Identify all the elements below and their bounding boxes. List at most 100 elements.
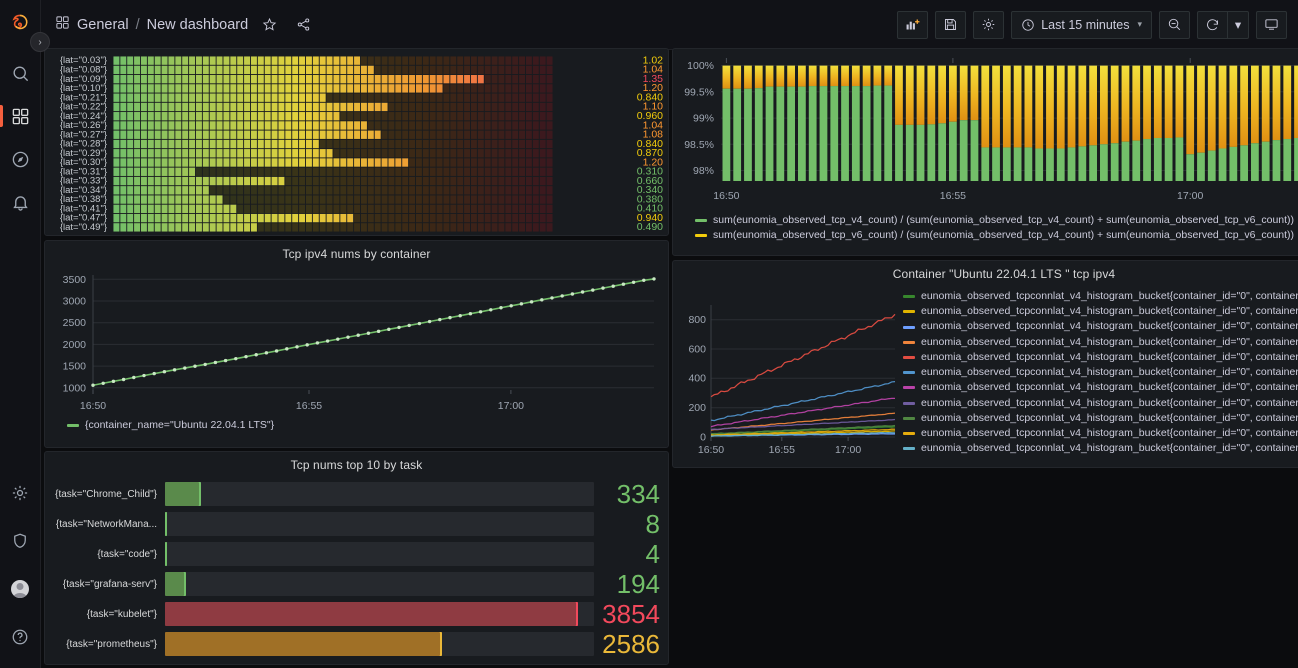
svg-text:17:00: 17:00 — [1177, 190, 1203, 202]
bar-gauge-row[interactable]: {task="kubelet"}3854 — [53, 599, 660, 629]
bar-gauge-track — [165, 542, 594, 566]
star-icon[interactable] — [259, 15, 279, 35]
refresh-interval-dropdown[interactable]: ▾ — [1227, 11, 1249, 39]
toolbar-actions: Last 15 minutes ▾ ▾ — [897, 11, 1287, 39]
svg-text:16:50: 16:50 — [698, 444, 724, 456]
legend-color-swatch — [903, 432, 915, 435]
tcp-ipv4-line-chart: 10001500200025003000350016:5016:5517:00 — [45, 261, 670, 416]
legend-color-swatch — [903, 310, 915, 313]
refresh-dashboard-button[interactable] — [1197, 11, 1227, 39]
legend-item[interactable]: sum(eunomia_observed_tcp_v4_count) / (su… — [695, 213, 1298, 228]
bar-gauge-fill — [165, 632, 442, 656]
svg-text:99.5%: 99.5% — [684, 86, 714, 98]
sidebar-item-user-avatar[interactable] — [0, 574, 40, 604]
sidebar-item-help[interactable] — [0, 622, 40, 652]
time-range-picker[interactable]: Last 15 minutes ▾ — [1011, 11, 1152, 39]
bar-gauge-list: {task="Chrome_Child"}334{task="NetworkMa… — [45, 472, 668, 659]
legend-label: eunomia_observed_tcpconnlat_v4_histogram… — [921, 289, 1298, 304]
svg-text:100%: 100% — [687, 60, 714, 72]
breadcrumb-separator: / — [136, 17, 140, 33]
sidebar-item-server-admin[interactable] — [0, 526, 40, 556]
legend-label: eunomia_observed_tcpconnlat_v4_histogram… — [921, 319, 1298, 334]
dashboard-settings-button[interactable] — [973, 11, 1004, 39]
bar-gauge-row[interactable]: {task="Chrome_Child"}334 — [53, 479, 660, 509]
svg-text:99%: 99% — [693, 113, 714, 125]
svg-text:16:50: 16:50 — [80, 400, 106, 412]
refresh-control-group: ▾ — [1197, 11, 1249, 39]
legend-item[interactable]: eunomia_observed_tcpconnlat_v4_histogram… — [903, 411, 1298, 426]
svg-text:1000: 1000 — [63, 382, 87, 394]
legend-item[interactable]: eunomia_observed_tcpconnlat_v4_histogram… — [903, 350, 1298, 365]
save-dashboard-button[interactable] — [935, 11, 966, 39]
legend-color-swatch — [903, 386, 915, 389]
sidebar-item-configuration[interactable] — [0, 478, 40, 508]
sidebar-item-dashboards[interactable] — [0, 101, 40, 131]
svg-text:16:50: 16:50 — [713, 190, 739, 202]
panel-tcp-nums-top-10-by-task[interactable]: Tcp nums top 10 by task {task="Chrome_Ch… — [44, 451, 669, 665]
svg-text:400: 400 — [688, 373, 706, 385]
bar-gauge-value: 334 — [594, 479, 660, 510]
panel-tcp-ipv4-nums-by-container[interactable]: Tcp ipv4 nums by container 1000150020002… — [44, 240, 669, 448]
add-panel-button[interactable] — [897, 11, 928, 39]
legend-label: sum(eunomia_observed_tcp_v4_count) / (su… — [713, 213, 1294, 228]
sidebar-item-explore[interactable] — [0, 144, 40, 174]
bar-gauge-track — [165, 572, 594, 596]
legend-item[interactable]: eunomia_observed_tcpconnlat_v4_histogram… — [903, 426, 1298, 441]
page-title[interactable]: New dashboard — [147, 17, 249, 33]
legend-label: eunomia_observed_tcpconnlat_v4_histogram… — [921, 441, 1298, 456]
legend-label: eunomia_observed_tcpconnlat_v4_histogram… — [921, 304, 1298, 319]
legend-color-swatch — [903, 356, 915, 359]
legend-color-swatch — [903, 447, 915, 450]
svg-text:16:55: 16:55 — [940, 190, 966, 202]
expand-nav-chevron-icon[interactable]: › — [30, 32, 50, 52]
svg-text:0: 0 — [700, 431, 706, 443]
bar-gauge-row[interactable]: {task="code"}4 — [53, 539, 660, 569]
heatmap-chart: {lat="0.03"}1.02{lat="0.08"}1.04{lat="0.… — [45, 49, 670, 237]
expand-nav-glyph: › — [38, 37, 41, 48]
legend-color-swatch — [903, 295, 915, 298]
panel-container-tcp-ipv4-histogram[interactable]: Container "Ubuntu 22.04.1 LTS " tcp ipv4… — [672, 260, 1298, 468]
legend-label: {container_name="Ubuntu 22.04.1 LTS"} — [85, 418, 274, 433]
svg-text:16:55: 16:55 — [296, 400, 322, 412]
bar-gauge-row[interactable]: {task="grafana-serv"} 194 — [53, 569, 660, 599]
grafana-logo[interactable] — [7, 12, 33, 38]
container-histogram-line-chart: 020040060080016:5016:5517:00 — [673, 281, 903, 463]
legend-item[interactable]: eunomia_observed_tcpconnlat_v4_histogram… — [903, 304, 1298, 319]
legend-color-swatch — [903, 402, 915, 405]
legend-item[interactable]: {container_name="Ubuntu 22.04.1 LTS"} — [67, 418, 668, 433]
bar-gauge-row[interactable]: {task="NetworkMana...8 — [53, 509, 660, 539]
nav-primary-group — [0, 58, 40, 217]
zoom-out-time-button[interactable] — [1159, 11, 1190, 39]
tcp-ratio-legend: sum(eunomia_observed_tcp_v4_count) / (su… — [673, 209, 1298, 243]
legend-item[interactable]: eunomia_observed_tcpconnlat_v4_histogram… — [903, 289, 1298, 304]
sidebar-item-search[interactable] — [0, 58, 40, 88]
chevron-down-icon: ▾ — [1235, 17, 1241, 32]
legend-item[interactable]: eunomia_observed_tcpconnlat_v4_histogram… — [903, 319, 1298, 334]
breadcrumb-folder[interactable]: General — [77, 17, 129, 33]
legend-color-swatch — [903, 341, 915, 344]
panel-title-tcp-nums-top-10: Tcp nums top 10 by task — [45, 452, 668, 472]
bar-gauge-fill — [165, 482, 201, 506]
tcp-ratio-bar-chart: 100%99.5%99%98.5%98%16:5016:5517:00 — [673, 49, 1298, 209]
legend-item[interactable]: eunomia_observed_tcpconnlat_v4_histogram… — [903, 335, 1298, 350]
legend-item[interactable]: eunomia_observed_tcpconnlat_v4_histogram… — [903, 441, 1298, 456]
svg-text:17:00: 17:00 — [498, 400, 524, 412]
legend-item[interactable]: eunomia_observed_tcpconnlat_v4_histogram… — [903, 365, 1298, 380]
panel-title-tcp-ipv4-nums: Tcp ipv4 nums by container — [45, 241, 668, 261]
legend-label: eunomia_observed_tcpconnlat_v4_histogram… — [921, 396, 1298, 411]
panel-tcp-v4-v6-ratio[interactable]: 100%99.5%99%98.5%98%16:5016:5517:00 sum(… — [672, 48, 1298, 256]
legend-item[interactable]: eunomia_observed_tcpconnlat_v4_histogram… — [903, 396, 1298, 411]
bar-gauge-label: {task="grafana-serv"} — [53, 579, 165, 590]
panel-title-container-histogram: Container "Ubuntu 22.04.1 LTS " tcp ipv4 — [673, 261, 1298, 281]
legend-color-swatch — [903, 417, 915, 420]
svg-text:800: 800 — [688, 314, 706, 326]
sidebar-item-alerting[interactable] — [0, 187, 40, 217]
share-icon[interactable] — [293, 15, 313, 35]
view-mode-button[interactable] — [1256, 11, 1287, 39]
legend-item[interactable]: sum(eunomia_observed_tcp_v6_count) / (su… — [695, 228, 1298, 243]
breadcrumb: General / New dashboard — [55, 15, 313, 35]
panel-heatmap[interactable]: {lat="0.03"}1.02{lat="0.08"}1.04{lat="0.… — [44, 48, 669, 236]
legend-item[interactable]: eunomia_observed_tcpconnlat_v4_histogram… — [903, 380, 1298, 395]
bar-gauge-row[interactable]: {task="prometheus"}2586 — [53, 629, 660, 659]
bar-gauge-value: 194 — [594, 569, 660, 600]
